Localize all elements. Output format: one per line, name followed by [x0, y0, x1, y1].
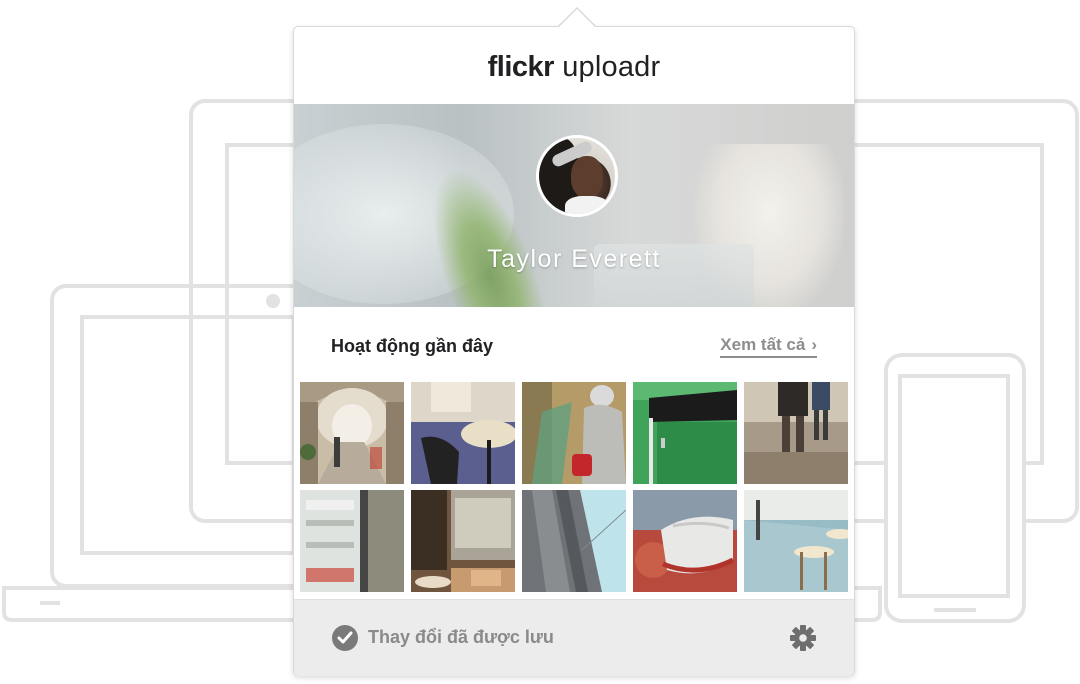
save-status-text: Thay đổi đã được lưu [368, 627, 554, 647]
legs-walking-photo-icon [744, 382, 848, 484]
sneaker-photo-icon [633, 490, 737, 592]
avatar[interactable] [536, 135, 618, 217]
cafe-chair-photo-icon [411, 382, 515, 484]
profile-cover: Taylor Everett [294, 104, 854, 307]
photo-tile[interactable] [411, 490, 515, 592]
popover-caret-inner [558, 9, 596, 28]
photo-tile[interactable] [633, 382, 737, 484]
cafe-terrace-photo-icon [411, 490, 515, 592]
logo-brand: flickr [487, 51, 555, 83]
see-all-link[interactable]: Xem tất cả › [720, 335, 817, 358]
photo-tile[interactable] [300, 490, 404, 592]
check-circle-icon [332, 625, 358, 651]
status-footer: Thay đổi đã được lưu [294, 599, 854, 676]
building-sky-photo-icon [522, 490, 626, 592]
photo-tile[interactable] [522, 382, 626, 484]
laptop-screen-outline [80, 315, 296, 555]
chevron-right-icon: › [811, 335, 817, 354]
hooded-person-photo-icon [522, 382, 626, 484]
laptop-outline [50, 284, 324, 588]
photo-tile[interactable] [522, 490, 626, 592]
profile-name: Taylor Everett [487, 245, 661, 273]
shop-window-photo-icon [300, 490, 404, 592]
stools-photo-icon [744, 490, 848, 592]
app-logo: flickr uploadr [294, 51, 854, 84]
phone-outline [884, 353, 1026, 623]
photo-tile[interactable] [744, 382, 848, 484]
arcade-corridor-photo-icon [300, 382, 404, 484]
recent-activity-heading: Hoạt động gần đây [331, 336, 493, 356]
see-all-label: Xem tất cả [720, 335, 806, 354]
photo-tile[interactable] [633, 490, 737, 592]
photo-tile[interactable] [744, 490, 848, 592]
logo-app-name: uploadr [562, 51, 661, 83]
photo-tile[interactable] [411, 382, 515, 484]
photo-tile[interactable] [300, 382, 404, 484]
green-door-photo-icon [633, 382, 737, 484]
photo-grid [300, 382, 848, 592]
gear-icon[interactable] [789, 624, 817, 652]
uploadr-popover: flickr uploadr Taylor Everett Hoạt động … [293, 26, 855, 676]
